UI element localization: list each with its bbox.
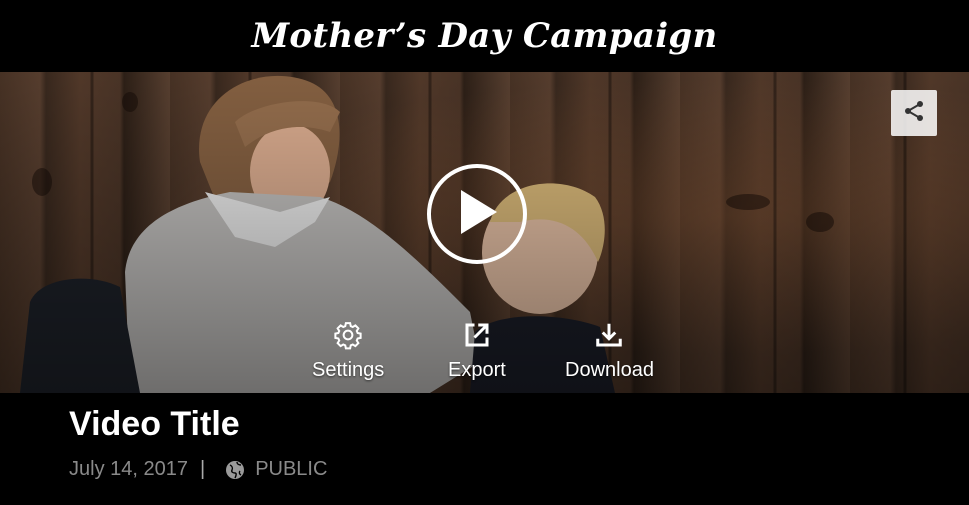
video-title: Video Title <box>69 405 240 443</box>
share-icon <box>902 99 926 128</box>
download-icon <box>594 320 624 355</box>
export-button[interactable]: Export <box>448 320 506 382</box>
visibility-label: PUBLIC <box>255 458 328 480</box>
download-label: Download <box>565 359 654 381</box>
campaign-header: Mother’s Day Campaign <box>0 0 969 72</box>
campaign-title: Mother’s Day Campaign <box>251 16 718 56</box>
meta-separator: | <box>199 458 206 480</box>
download-button[interactable]: Download <box>565 320 654 382</box>
video-meta: July 14, 2017 | PUBLIC <box>69 458 327 481</box>
share-button[interactable] <box>891 90 937 136</box>
settings-button[interactable]: Settings <box>312 320 384 382</box>
gear-icon <box>332 320 364 355</box>
globe-icon <box>225 460 245 480</box>
external-link-icon <box>462 320 492 355</box>
play-button[interactable] <box>427 164 527 264</box>
video-date: July 14, 2017 <box>69 458 188 480</box>
play-icon <box>455 188 499 241</box>
export-label: Export <box>448 359 506 381</box>
video-thumbnail[interactable]: Settings Export Download <box>0 72 969 393</box>
settings-label: Settings <box>312 359 385 381</box>
video-actions: Settings Export Download <box>0 320 969 382</box>
video-info: Video Title July 14, 2017 | PUBLIC <box>69 405 327 481</box>
